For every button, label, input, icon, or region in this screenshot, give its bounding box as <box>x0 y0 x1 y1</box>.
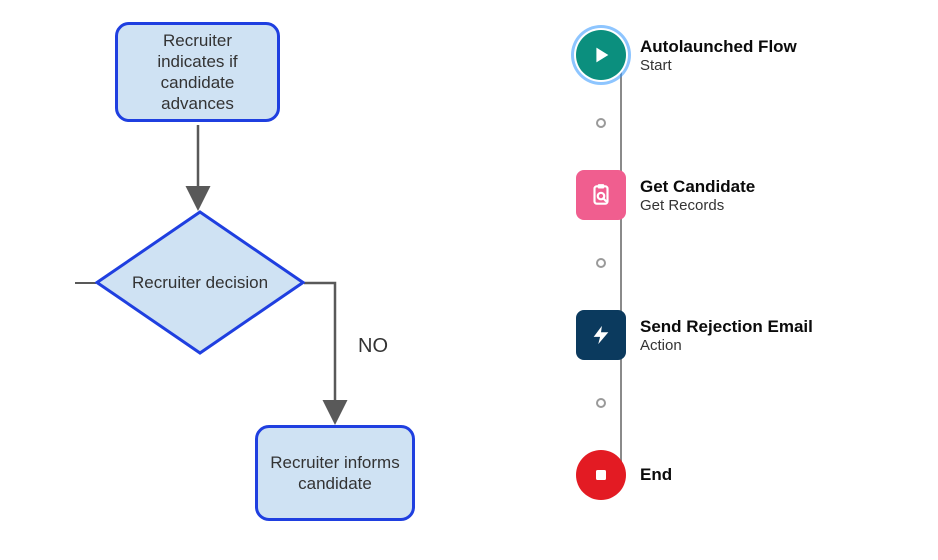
flow-node-subtitle: Get Records <box>640 197 755 214</box>
connector-dot[interactable] <box>596 398 606 408</box>
bolt-icon <box>590 322 612 348</box>
flow-node-title: Get Candidate <box>640 177 755 197</box>
flow-node-subtitle: Start <box>640 57 797 74</box>
process-box-text: Recruiter informs candidate <box>268 452 402 495</box>
connector-dot[interactable] <box>596 258 606 268</box>
get-records-icon <box>576 170 626 220</box>
flow-node-start[interactable]: Autolaunched Flow Start <box>576 30 797 80</box>
stop-icon <box>591 465 611 485</box>
flow-node-text: End <box>640 465 672 485</box>
flow-node-get-candidate[interactable]: Get Candidate Get Records <box>576 170 755 220</box>
connector-dot[interactable] <box>596 118 606 128</box>
flow-node-subtitle: Action <box>640 337 813 354</box>
action-icon <box>576 310 626 360</box>
decision-label: Recruiter decision <box>95 210 305 355</box>
clipboard-search-icon <box>588 182 614 208</box>
decision-diamond: Recruiter decision <box>95 210 305 355</box>
process-box-indicates: Recruiter indicates if candidate advance… <box>115 22 280 122</box>
flow-node-send-rejection[interactable]: Send Rejection Email Action <box>576 310 813 360</box>
process-box-text: Recruiter indicates if candidate advance… <box>128 30 267 115</box>
flow-node-text: Autolaunched Flow Start <box>640 37 797 74</box>
start-icon <box>576 30 626 80</box>
flow-node-title: End <box>640 465 672 485</box>
flow-node-title: Autolaunched Flow <box>640 37 797 57</box>
flow-node-end[interactable]: End <box>576 450 672 500</box>
decision-no-label: NO <box>358 335 388 358</box>
end-icon <box>576 450 626 500</box>
left-flowchart: Recruiter indicates if candidate advance… <box>0 0 470 560</box>
process-box-informs: Recruiter informs candidate <box>255 425 415 521</box>
flow-node-text: Send Rejection Email Action <box>640 317 813 354</box>
flow-node-text: Get Candidate Get Records <box>640 177 755 214</box>
flow-builder-lane: Autolaunched Flow Start Get Candidate Ge… <box>576 10 916 550</box>
play-icon <box>590 44 612 66</box>
flow-node-title: Send Rejection Email <box>640 317 813 337</box>
